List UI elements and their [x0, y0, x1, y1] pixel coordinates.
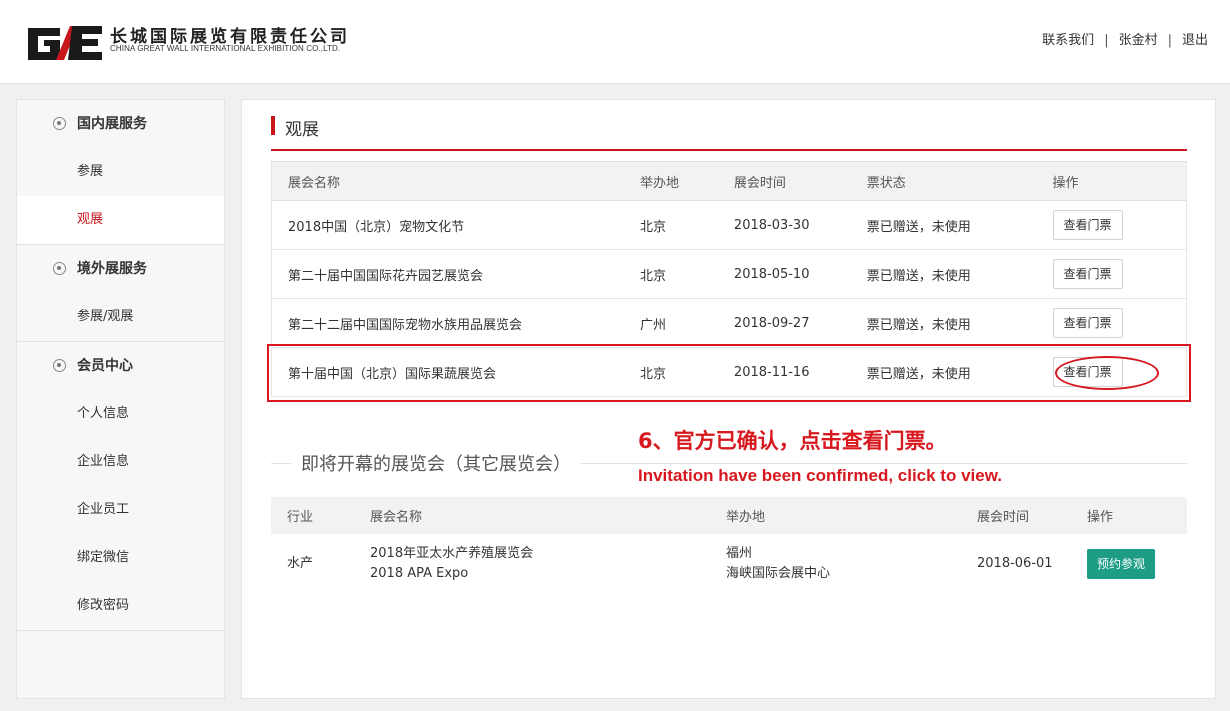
exhibition-date: 2018-03-30	[733, 200, 867, 250]
sidebar-item-personal-info[interactable]: 个人信息	[17, 390, 224, 438]
exhibition-city: 北京	[640, 200, 734, 250]
exhibition-name: 第十届中国（北京）国际果蔬展览会	[271, 347, 641, 397]
view-ticket-button[interactable]: 查看门票	[1052, 259, 1123, 289]
circle-dot-icon	[53, 117, 66, 130]
sidebar: 国内展服务 参展 观展 境外展服务 参展/观展 会员中心 个人信息 企业信息 企…	[16, 99, 225, 699]
ticket-status: 票已赠送，未使用	[866, 298, 1053, 348]
table-row: 第二十二届中国国际宠物水族用品展览会 广州 2018-09-27 票已赠送，未使…	[271, 298, 1187, 348]
main-panel: 观展 展会名称 举办地 展会时间 票状态 操作 2018中国（北京）宠物文化节 …	[241, 99, 1216, 699]
reserve-visit-button[interactable]: 预约参观	[1087, 549, 1155, 579]
exhibition-city: 福州	[726, 546, 753, 561]
exhibition-name: 第二十届中国国际花卉园艺展览会	[271, 249, 641, 299]
annotation-text-cn: 6、官方已确认，点击查看门票。	[638, 429, 947, 453]
exhibition-date: 2018-05-10	[733, 249, 867, 299]
industry: 水产	[287, 556, 314, 571]
username-link[interactable]: 张金村	[1119, 33, 1158, 48]
sidebar-group-domestic: 国内展服务 参展 观展	[17, 100, 224, 245]
logo-english-name: CHINA GREAT WALL INTERNATIONAL EXHIBITIO…	[110, 44, 341, 53]
title-accent-bar	[271, 116, 275, 135]
sidebar-group-member: 会员中心 个人信息 企业信息 企业员工 绑定微信 修改密码	[17, 342, 224, 631]
table-row: 第十届中国（北京）国际果蔬展览会 北京 2018-11-16 票已赠送，未使用 …	[271, 347, 1187, 397]
col-header-name: 展会名称	[271, 161, 641, 201]
exhibition-date: 2018-09-27	[733, 298, 867, 348]
col-header-date: 展会时间	[977, 497, 1087, 534]
sidebar-group-overseas: 境外展服务 参展/观展	[17, 245, 224, 342]
exhibition-name: 2018中国（北京）宠物文化节	[271, 200, 641, 250]
top-nav: 联系我们 | 张金村 | 退出	[1042, 29, 1208, 48]
ge-logo-icon	[28, 26, 102, 60]
view-ticket-button[interactable]: 查看门票	[1052, 210, 1123, 240]
sidebar-item-exhibit[interactable]: 参展	[17, 148, 224, 196]
exhibition-city: 北京	[640, 347, 734, 397]
table-row: 水产 2018年亚太水产养殖展览会 2018 APA Expo 福州 海峡国际会…	[271, 534, 1187, 594]
contact-us-link[interactable]: 联系我们	[1042, 33, 1094, 48]
table-row: 2018中国（北京）宠物文化节 北京 2018-03-30 票已赠送，未使用 查…	[271, 200, 1187, 250]
sidebar-group-title[interactable]: 会员中心	[17, 342, 224, 390]
exhibition-date: 2018-11-16	[733, 347, 867, 397]
ticket-status: 票已赠送，未使用	[866, 347, 1053, 397]
ticket-status: 票已赠送，未使用	[866, 249, 1053, 299]
circle-dot-icon	[53, 359, 66, 372]
view-ticket-button[interactable]: 查看门票	[1052, 308, 1123, 338]
nav-separator: |	[1104, 33, 1109, 48]
col-header-city: 举办地	[726, 497, 977, 534]
table-header-row: 展会名称 举办地 展会时间 票状态 操作	[271, 161, 1187, 201]
sidebar-item-bind-wechat[interactable]: 绑定微信	[17, 534, 224, 582]
table-header-row: 行业 展会名称 举办地 展会时间 操作	[271, 497, 1187, 534]
sidebar-item-company-staff[interactable]: 企业员工	[17, 486, 224, 534]
sidebar-item-company-info[interactable]: 企业信息	[17, 438, 224, 486]
col-header-action: 操作	[1087, 497, 1187, 534]
col-header-city: 举办地	[640, 161, 734, 201]
view-ticket-button[interactable]: 查看门票	[1052, 357, 1123, 387]
circle-dot-icon	[53, 262, 66, 275]
tickets-table: 展会名称 举办地 展会时间 票状态 操作 2018中国（北京）宠物文化节 北京 …	[271, 161, 1187, 397]
upcoming-table: 行业 展会名称 举办地 展会时间 操作 水产 2018年亚太水产养殖展览会 20…	[271, 497, 1187, 594]
annotation-text-en: Invitation have been confirmed, click to…	[638, 466, 1003, 485]
table-row: 第二十届中国国际花卉园艺展览会 北京 2018-05-10 票已赠送，未使用 查…	[271, 249, 1187, 299]
sidebar-group-title[interactable]: 国内展服务	[17, 100, 224, 148]
upcoming-section-title: 即将开幕的展览会（其它展览会）	[291, 450, 581, 476]
col-header-name: 展会名称	[370, 497, 726, 534]
exhibition-name-en: 2018 APA Expo	[370, 566, 469, 581]
nav-separator: |	[1167, 33, 1172, 48]
sidebar-item-visit[interactable]: 观展	[17, 196, 224, 244]
exhibition-name-cn: 2018年亚太水产养殖展览会	[370, 546, 534, 561]
page-title: 观展	[285, 120, 319, 140]
sidebar-item-overseas-exhibit-visit[interactable]: 参展/观展	[17, 293, 224, 341]
ticket-status: 票已赠送，未使用	[866, 200, 1053, 250]
exhibition-city: 北京	[640, 249, 734, 299]
exhibition-city: 广州	[640, 298, 734, 348]
exhibition-venue: 海峡国际会展中心	[726, 566, 831, 581]
col-header-date: 展会时间	[733, 161, 867, 201]
col-header-industry: 行业	[271, 497, 370, 534]
section-title: 观展	[271, 115, 1187, 151]
col-header-action: 操作	[1052, 161, 1187, 201]
col-header-status: 票状态	[866, 161, 1053, 201]
top-header: 长城国际展览有限责任公司 CHINA GREAT WALL INTERNATIO…	[0, 0, 1230, 84]
company-logo[interactable]: 长城国际展览有限责任公司 CHINA GREAT WALL INTERNATIO…	[26, 22, 366, 64]
sidebar-group-title[interactable]: 境外展服务	[17, 245, 224, 293]
logout-link[interactable]: 退出	[1182, 33, 1208, 48]
exhibition-name: 第二十二届中国国际宠物水族用品展览会	[271, 298, 641, 348]
exhibition-date: 2018-06-01	[977, 556, 1053, 571]
sidebar-item-change-password[interactable]: 修改密码	[17, 582, 224, 630]
